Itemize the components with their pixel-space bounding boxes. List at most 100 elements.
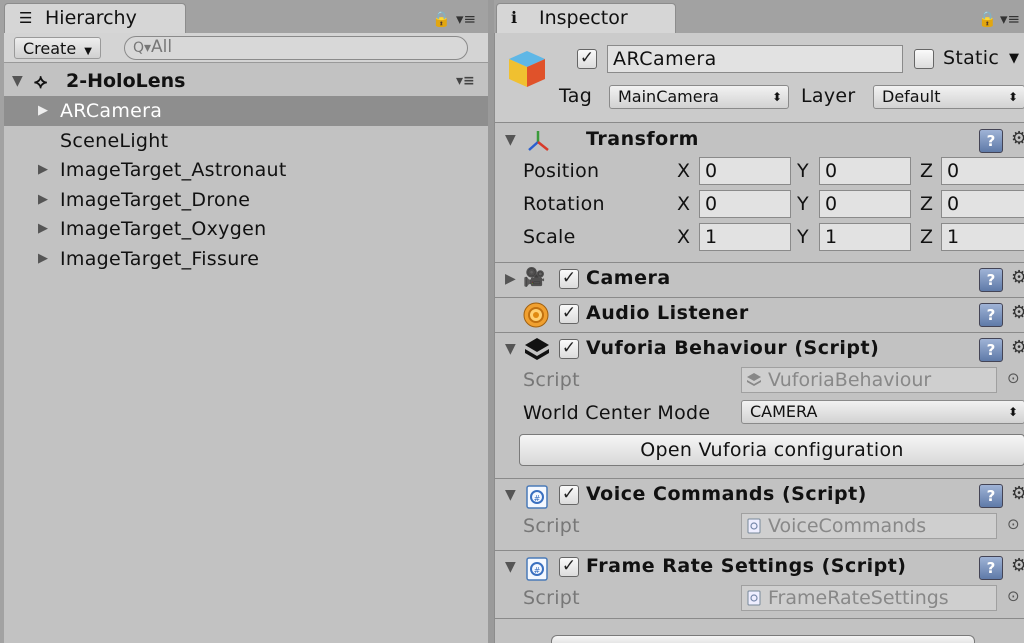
script-label: Script	[523, 587, 580, 609]
gear-icon[interactable]: ⚙	[1011, 337, 1024, 358]
tag-label: Tag	[559, 85, 593, 107]
help-book-icon[interactable]: ?	[979, 268, 1003, 292]
voice-commands-component[interactable]: ▼ # ✓ Voice Commands (Script) ? ⚙	[495, 478, 1024, 512]
svg-text:#: #	[534, 566, 541, 575]
static-dropdown-icon[interactable]: ▼	[1009, 51, 1019, 66]
expand-triangle-icon[interactable]: ▶	[38, 155, 48, 185]
hierarchy-tree: ▼ ⟡ 2-HoloLens ▾≡ ▶ ARCamera SceneLight …	[4, 63, 488, 643]
list-icon: ☰	[19, 9, 33, 27]
inspector-body: ✓ ARCamera ✓ Static ▼ Tag MainCamera ⬍ L…	[494, 33, 1024, 643]
active-checkbox[interactable]: ✓	[577, 49, 597, 69]
rotation-label: Rotation	[523, 193, 605, 215]
list-item[interactable]: ▶ ImageTarget_Oxygen	[4, 214, 488, 244]
help-book-icon[interactable]: ?	[979, 129, 1003, 153]
list-item[interactable]: ▶ ImageTarget_Fissure	[4, 244, 488, 274]
csharp-script-small-icon	[747, 518, 761, 534]
rotation-x-field[interactable]: 0	[699, 190, 791, 218]
search-placeholder: All	[151, 37, 173, 57]
gear-icon[interactable]: ⚙	[1011, 555, 1024, 576]
list-item[interactable]: ▶ ARCamera	[4, 96, 488, 126]
frame-rate-script-field[interactable]: FrameRateSettings	[741, 585, 997, 611]
panel-menu-icon[interactable]: ▾≡	[456, 10, 476, 28]
search-input[interactable]: Q▾All	[124, 36, 468, 60]
rotation-z-field[interactable]: 0	[941, 190, 1024, 218]
gameobject-cube-icon[interactable]	[505, 47, 549, 91]
position-x-field[interactable]: 0	[699, 157, 791, 185]
open-vuforia-configuration-button[interactable]: Open Vuforia configuration	[519, 434, 1024, 466]
audio-listener-enabled-checkbox[interactable]: ✓	[559, 304, 579, 324]
world-center-mode-label: World Center Mode	[523, 402, 711, 424]
camera-title: Camera	[586, 267, 671, 289]
dropdown-arrows-icon: ⬍	[1007, 405, 1018, 419]
world-center-mode-dropdown[interactable]: CAMERA ⬍	[741, 400, 1024, 424]
vuforia-behaviour-component[interactable]: ▼ ✓ Vuforia Behaviour (Script) ? ⚙	[495, 332, 1024, 366]
tab-hierarchy[interactable]: ☰ Hierarchy	[4, 3, 186, 33]
fold-triangle-icon[interactable]: ▼	[505, 487, 516, 503]
frame-rate-enabled-checkbox[interactable]: ✓	[559, 557, 579, 577]
gear-icon[interactable]: ⚙	[1011, 483, 1024, 504]
panel-menu-icon[interactable]: ▾≡	[1000, 10, 1020, 28]
axis-y-label: Y	[797, 226, 809, 248]
fold-triangle-icon[interactable]: ▼	[12, 67, 23, 95]
help-book-icon[interactable]: ?	[979, 338, 1003, 362]
vuforia-icon	[525, 338, 549, 360]
list-item-label: ARCamera	[60, 100, 163, 122]
position-z-field[interactable]: 0	[941, 157, 1024, 185]
layer-dropdown[interactable]: Default ⬍	[873, 85, 1024, 109]
list-item-label: ImageTarget_Astronaut	[60, 159, 287, 181]
static-checkbox[interactable]: ✓	[914, 49, 934, 69]
fold-triangle-icon[interactable]: ▼	[505, 559, 516, 575]
help-book-icon[interactable]: ?	[979, 484, 1003, 508]
axis-z-label: Z	[920, 193, 934, 215]
camera-enabled-checkbox[interactable]: ✓	[559, 269, 579, 289]
fold-triangle-icon[interactable]: ▼	[505, 341, 516, 357]
object-name-field[interactable]: ARCamera	[607, 45, 903, 73]
script-label: Script	[523, 369, 580, 391]
help-book-icon[interactable]: ?	[979, 556, 1003, 580]
fold-triangle-icon[interactable]: ▼	[505, 132, 516, 148]
dropdown-arrows-icon: ⬍	[1007, 90, 1018, 104]
add-component-button[interactable]	[551, 635, 975, 643]
tab-inspector[interactable]: ℹ Inspector	[496, 3, 676, 33]
csharp-script-icon: #	[526, 557, 548, 581]
frame-rate-settings-component[interactable]: ▼ # ✓ Frame Rate Settings (Script) ? ⚙	[495, 550, 1024, 584]
fold-triangle-icon[interactable]: ▶	[505, 271, 516, 287]
object-picker-icon[interactable]: ⊙	[1007, 515, 1020, 533]
vuforia-script-field[interactable]: VuforiaBehaviour	[741, 367, 997, 393]
lock-icon[interactable]: 🔒	[432, 10, 451, 28]
rotation-y-field[interactable]: 0	[819, 190, 911, 218]
scale-label: Scale	[523, 226, 576, 248]
expand-triangle-icon[interactable]: ▶	[38, 214, 48, 244]
object-picker-icon[interactable]: ⊙	[1007, 369, 1020, 387]
object-picker-icon[interactable]: ⊙	[1007, 587, 1020, 605]
camera-icon: 🎥	[523, 267, 546, 288]
scale-x-field[interactable]: 1	[699, 223, 791, 251]
camera-component[interactable]: ▶ 🎥 ✓ Camera ? ⚙	[495, 262, 1024, 296]
component-divider	[495, 618, 1024, 619]
tag-dropdown[interactable]: MainCamera ⬍	[609, 85, 789, 109]
gear-icon[interactable]: ⚙	[1011, 302, 1024, 323]
scale-y-field[interactable]: 1	[819, 223, 911, 251]
create-button[interactable]: Create ▼	[14, 37, 101, 59]
voice-commands-script-field[interactable]: VoiceCommands	[741, 513, 997, 539]
expand-triangle-icon[interactable]: ▶	[38, 185, 48, 215]
lock-icon[interactable]: 🔒	[978, 10, 997, 28]
scene-row[interactable]: ▼ ⟡ 2-HoloLens ▾≡	[4, 67, 488, 95]
svg-text:#: #	[534, 494, 541, 503]
gear-icon[interactable]: ⚙	[1011, 128, 1024, 149]
chevron-down-icon: ▼	[84, 46, 92, 57]
expand-triangle-icon[interactable]: ▶	[38, 96, 48, 126]
vuforia-enabled-checkbox[interactable]: ✓	[559, 339, 579, 359]
gear-icon[interactable]: ⚙	[1011, 267, 1024, 288]
list-item[interactable]: SceneLight	[4, 126, 488, 156]
position-y-field[interactable]: 0	[819, 157, 911, 185]
transform-component[interactable]: ▼ Transform ? ⚙	[495, 124, 1024, 158]
expand-triangle-icon[interactable]: ▶	[38, 244, 48, 274]
voice-commands-enabled-checkbox[interactable]: ✓	[559, 485, 579, 505]
help-book-icon[interactable]: ?	[979, 303, 1003, 327]
scale-z-field[interactable]: 1	[941, 223, 1024, 251]
scene-menu-icon[interactable]: ▾≡	[456, 67, 475, 95]
list-item[interactable]: ▶ ImageTarget_Astronaut	[4, 155, 488, 185]
list-item[interactable]: ▶ ImageTarget_Drone	[4, 185, 488, 215]
audio-listener-component[interactable]: ✓ Audio Listener ? ⚙	[495, 297, 1024, 331]
